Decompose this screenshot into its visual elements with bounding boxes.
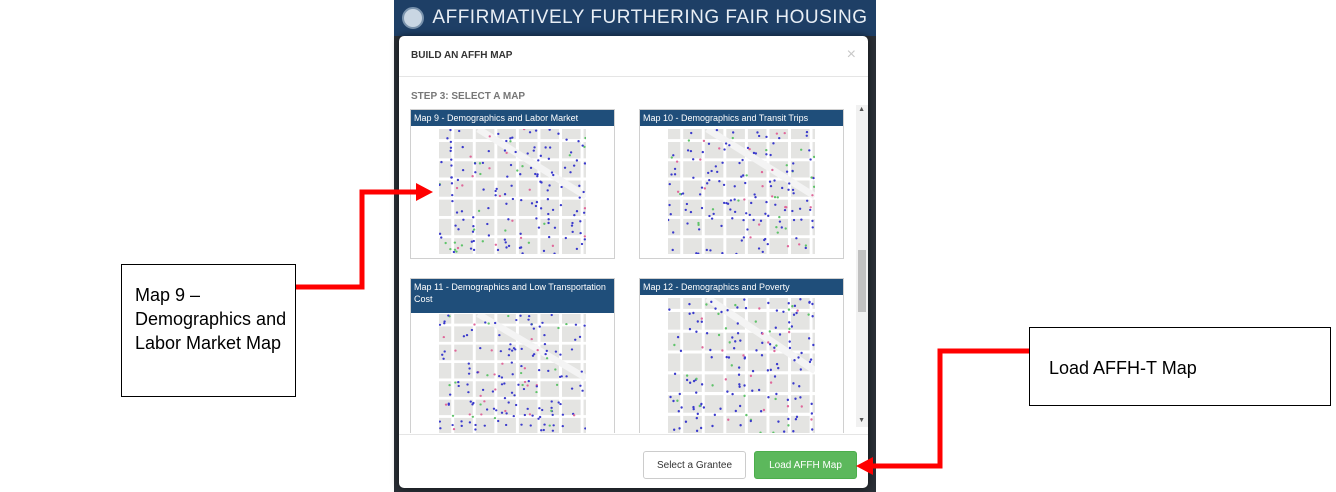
annotation-arrows: [296, 183, 1029, 475]
arrow-to-map9: [296, 189, 418, 290]
arrow-head-right-icon: [856, 457, 873, 475]
arrow-to-load-button: [872, 348, 1029, 469]
arrow-head-left-icon: [416, 183, 433, 201]
